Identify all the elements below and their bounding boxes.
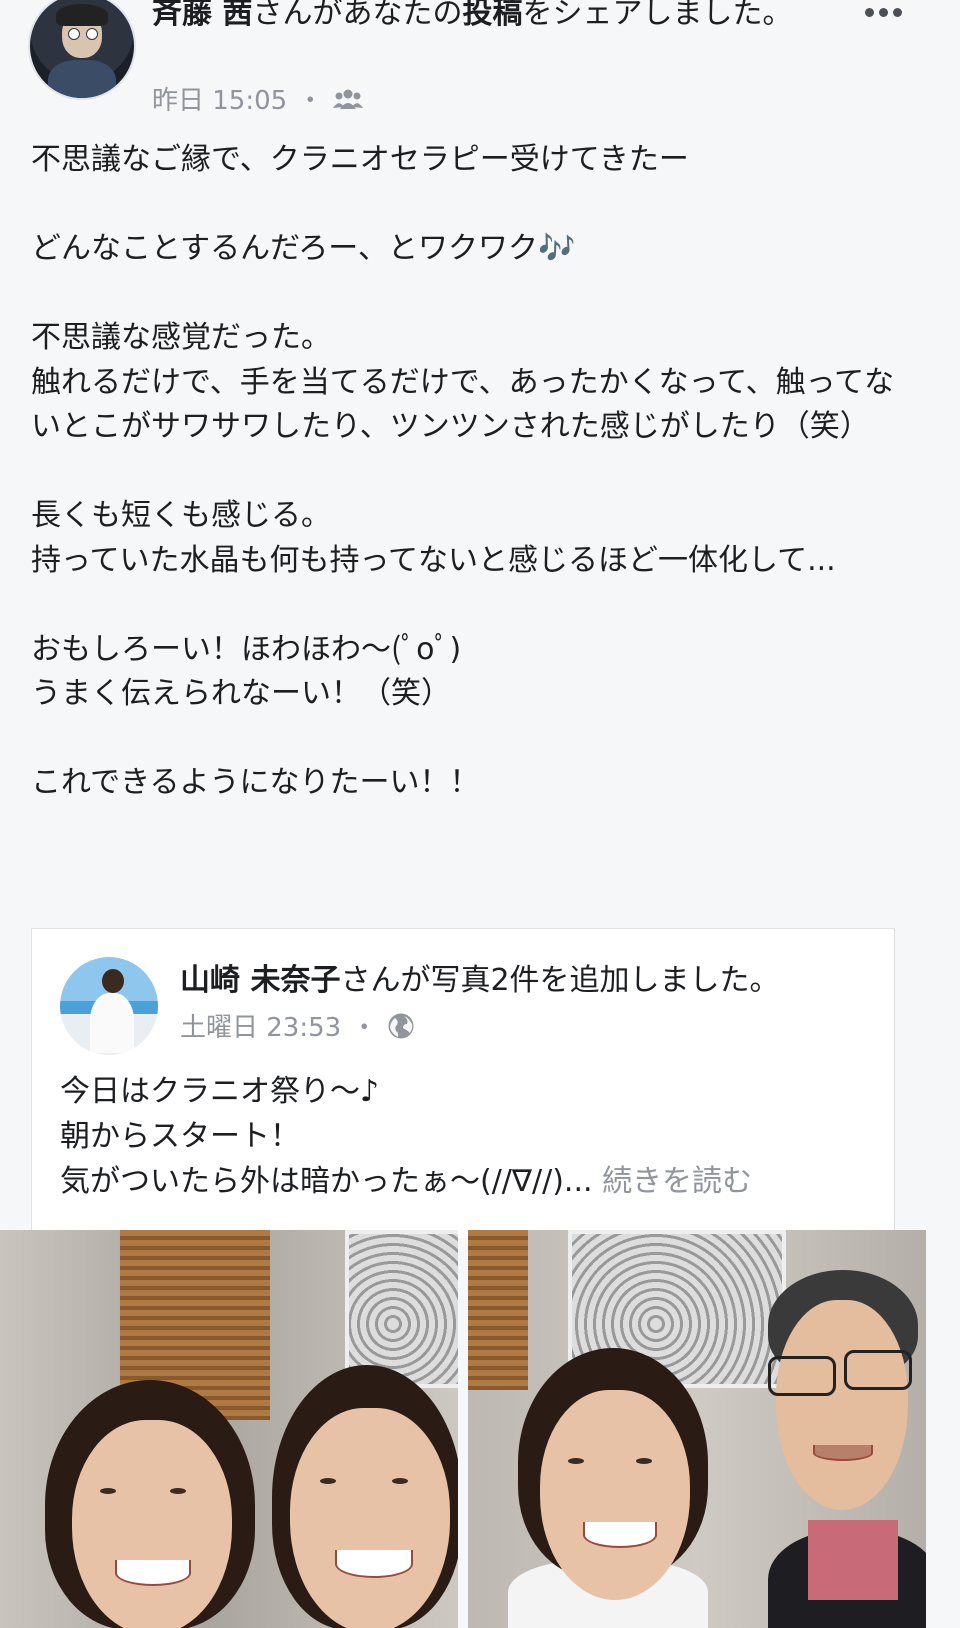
shared-post-card[interactable]: 山崎 未奈子さんが写真2件を追加しました。 土曜日 23:53 ・ 今日はクラニ… <box>31 928 895 1238</box>
author-name[interactable]: 斉藤 茜 <box>152 0 252 31</box>
shared-post-title: 山崎 未奈子さんが写真2件を追加しました。 <box>180 959 880 1003</box>
shared-author-name[interactable]: 山崎 未奈子 <box>180 963 340 998</box>
globe-icon <box>388 1013 414 1038</box>
more-dots-icon[interactable] <box>865 8 902 17</box>
shared-post-text: 今日はクラニオ祭り〜♪ 朝からスタート！ 気がついたら外は暗かったぁ〜(//∇/… <box>60 1069 880 1204</box>
meta-separator: ・ <box>351 1013 378 1043</box>
post-line: 不思議な感覚だった。 <box>31 320 331 355</box>
action-text-post: をシェアしました。 <box>522 0 793 31</box>
post-line: これできるようになりたーい！！ <box>31 765 480 800</box>
shared-line: 朝からスタート！ <box>60 1119 300 1154</box>
meta-separator: ・ <box>297 86 324 116</box>
author-avatar[interactable] <box>28 0 136 100</box>
read-more-link[interactable]: 続きを読む <box>602 1164 752 1199</box>
photo-two-women[interactable] <box>0 1230 458 1628</box>
post-header: 斉藤 茜さんがあなたの投稿をシェアしました。 昨日 15:05 ・ <box>0 0 960 125</box>
post-line: 触れるだけで、手を当てるだけで、あったかくなって、触ってないとこがサワサワしたり… <box>31 364 895 445</box>
shared-action-text: さんが写真2件を追加しました。 <box>340 963 780 998</box>
friends-icon <box>333 89 364 109</box>
shared-timestamp[interactable]: 土曜日 23:53 <box>180 1007 341 1044</box>
post-line: 持っていた水晶も何も持ってないと感じるほど一体化して... <box>31 542 836 578</box>
post-line: おもしろーい！ほわほわ〜(ﾟoﾟ) <box>31 631 462 667</box>
post-timestamp[interactable]: 昨日 15:05 <box>152 80 287 117</box>
shared-post-meta: 土曜日 23:53 ・ <box>180 1007 415 1044</box>
post-link[interactable]: 投稿 <box>462 0 522 31</box>
post-line: 不思議なご縁で、クラニオセラピー受けてきたー <box>31 142 689 177</box>
photo-woman-and-man[interactable] <box>468 1230 926 1628</box>
post-line: 長くも短くも感じる。 <box>31 498 331 533</box>
post-body: 不思議なご縁で、クラニオセラピー受けてきたー どんなことするんだろー、とワクワク… <box>31 138 911 806</box>
action-text-pre: さんがあなたの <box>252 0 463 31</box>
post-meta: 昨日 15:05 ・ <box>152 80 364 117</box>
shared-line: 気がついたら外は暗かったぁ〜(//∇//)... <box>60 1164 593 1199</box>
post-line: うまく伝えられなーい！（笑） <box>31 676 451 711</box>
post-line: どんなことするんだろー、とワクワク🎶 <box>31 231 576 266</box>
photo-grid <box>0 1230 960 1628</box>
post-title: 斉藤 茜さんがあなたの投稿をシェアしました。 <box>152 0 802 36</box>
shared-line: 今日はクラニオ祭り〜♪ <box>60 1074 380 1109</box>
shared-author-avatar[interactable] <box>60 957 158 1055</box>
